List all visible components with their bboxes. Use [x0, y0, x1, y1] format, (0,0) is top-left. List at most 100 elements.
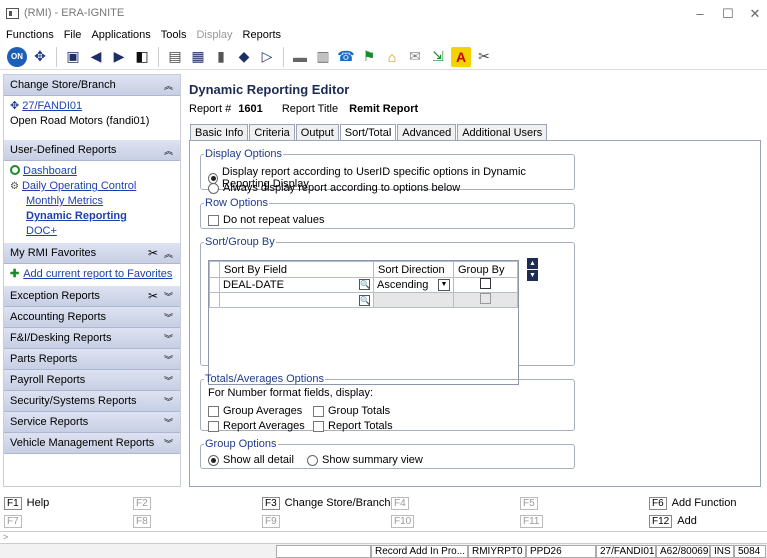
- tab-advanced[interactable]: Advanced: [397, 124, 457, 140]
- f1-help-button[interactable]: F1 Help: [4, 495, 49, 511]
- menu-reports[interactable]: Reports: [243, 29, 282, 41]
- note-icon[interactable]: ▬: [290, 47, 310, 67]
- no-repeat-option[interactable]: Do not repeat values: [208, 214, 325, 226]
- lookup-icon[interactable]: 🔍: [359, 294, 370, 306]
- sort-field-cell[interactable]: 🔍: [219, 292, 374, 308]
- close-button[interactable]: ✕: [745, 6, 765, 22]
- maximize-button[interactable]: ☐: [718, 6, 738, 22]
- play-icon[interactable]: ▷: [257, 47, 277, 67]
- tools-icon[interactable]: ✂: [148, 246, 158, 260]
- store-link[interactable]: 27/FANDI01: [22, 100, 82, 112]
- sidebar-section-vehicle[interactable]: Vehicle Management Reports ︾: [4, 433, 180, 454]
- group-averages-option[interactable]: Group Averages: [208, 405, 302, 417]
- user-defined-header[interactable]: User-Defined Reports ︽: [4, 140, 180, 161]
- back-arrow-icon[interactable]: ◀: [86, 47, 106, 67]
- collapse-icon[interactable]: ︽: [164, 247, 173, 260]
- sidebar-item-doc-plus[interactable]: DOC+: [26, 225, 57, 237]
- lookup-icon[interactable]: 🔍: [359, 279, 370, 290]
- group-totals-checkbox[interactable]: [313, 405, 324, 417]
- add-favorite-link[interactable]: Add current report to Favorites: [23, 268, 172, 280]
- sort-direction-cell[interactable]: Ascending ▼: [373, 277, 454, 293]
- grid-corner: [209, 261, 220, 278]
- no-repeat-checkbox[interactable]: [208, 214, 219, 226]
- eraser-icon[interactable]: ◆: [234, 47, 254, 67]
- minimize-button[interactable]: –: [690, 6, 710, 21]
- report-averages-checkbox[interactable]: [208, 420, 219, 432]
- document-icon[interactable]: ▮: [211, 47, 231, 67]
- show-summary-option[interactable]: Show summary view: [307, 454, 423, 466]
- f12-add-button[interactable]: F12 Add: [649, 513, 697, 529]
- expand-icon[interactable]: ︾: [164, 374, 173, 387]
- sidebar-item-monthly-metrics[interactable]: Monthly Metrics: [26, 195, 103, 207]
- exit-icon[interactable]: ⇲: [428, 47, 448, 67]
- sidebar-item-daily-operating-control[interactable]: Daily Operating Control: [22, 180, 136, 192]
- sidebar-section-service[interactable]: Service Reports ︾: [4, 412, 180, 433]
- favorites-header[interactable]: My RMI Favorites ✂ ︽: [4, 243, 180, 264]
- calendar-icon[interactable]: ▦: [188, 47, 208, 67]
- calculator-icon[interactable]: ▤: [165, 47, 185, 67]
- f4-button: F4: [391, 495, 414, 511]
- expand-icon[interactable]: ︾: [164, 437, 173, 450]
- menu-tools[interactable]: Tools: [161, 29, 187, 41]
- group-by-checkbox[interactable]: [480, 278, 491, 289]
- mail-icon[interactable]: ✉: [405, 47, 425, 67]
- flag-icon[interactable]: ⚑: [359, 47, 379, 67]
- row-selector[interactable]: [209, 277, 220, 293]
- move-down-icon[interactable]: ▼: [527, 270, 538, 281]
- expand-icon[interactable]: ︾: [164, 332, 173, 345]
- expand-icon[interactable]: ︾: [164, 311, 173, 324]
- navigate-icon[interactable]: ✥: [30, 47, 50, 67]
- expand-icon[interactable]: ︾: [164, 416, 173, 429]
- radio-unselected[interactable]: [307, 454, 318, 466]
- tab-criteria[interactable]: Criteria: [249, 124, 295, 140]
- display-option-always[interactable]: Always display report according to optio…: [208, 182, 460, 194]
- menu-applications[interactable]: Applications: [91, 29, 150, 41]
- show-all-detail-option[interactable]: Show all detail: [208, 454, 294, 466]
- tab-basic-info[interactable]: Basic Info: [190, 124, 249, 140]
- tab-additional-users[interactable]: Additional Users: [457, 124, 548, 140]
- row-selector[interactable]: [209, 292, 220, 308]
- move-up-icon[interactable]: ▲: [527, 258, 538, 269]
- tools-icon[interactable]: ✂: [474, 47, 494, 67]
- menu-file[interactable]: File: [64, 29, 82, 41]
- report-averages-option[interactable]: Report Averages: [208, 420, 305, 432]
- menu-functions[interactable]: Functions: [6, 29, 54, 41]
- house-icon[interactable]: ⌂: [382, 47, 402, 67]
- report-totals-option[interactable]: Report Totals: [313, 420, 393, 432]
- phone-icon[interactable]: ☎: [336, 47, 356, 67]
- group-totals-option[interactable]: Group Totals: [313, 405, 390, 417]
- font-icon[interactable]: A: [451, 46, 471, 67]
- sidebar-item-dynamic-reporting[interactable]: Dynamic Reporting: [26, 210, 127, 222]
- sidebar-section-security[interactable]: Security/Systems Reports ︾: [4, 391, 180, 412]
- tab-sort-total[interactable]: Sort/Total: [339, 124, 397, 141]
- save-icon[interactable]: ▣: [63, 47, 83, 67]
- group-by-cell[interactable]: [453, 277, 518, 293]
- sidebar-section-payroll[interactable]: Payroll Reports ︾: [4, 370, 180, 391]
- chart-icon[interactable]: ▥: [313, 47, 333, 67]
- group-averages-checkbox[interactable]: [208, 405, 219, 417]
- command-line[interactable]: >: [0, 531, 767, 543]
- tab-output[interactable]: Output: [295, 124, 339, 140]
- report-totals-checkbox[interactable]: [313, 420, 324, 432]
- collapse-icon[interactable]: ︽: [164, 79, 173, 92]
- sidebar-section-fi-desking[interactable]: F&I/Desking Reports ︾: [4, 328, 180, 349]
- expand-icon[interactable]: ︾: [164, 353, 173, 366]
- tools-icon[interactable]: ✂: [148, 289, 158, 303]
- panel-toggle-icon[interactable]: ◧: [132, 47, 152, 67]
- expand-icon[interactable]: ︾: [164, 290, 173, 303]
- sidebar-section-exception[interactable]: Exception Reports ✂ ︾: [4, 286, 180, 307]
- radio-selected[interactable]: [208, 454, 219, 466]
- change-store-header[interactable]: Change Store/Branch ︽: [4, 75, 180, 96]
- sidebar-section-parts[interactable]: Parts Reports ︾: [4, 349, 180, 370]
- dropdown-arrow-icon[interactable]: ▼: [438, 279, 450, 291]
- sidebar-item-dashboard[interactable]: Dashboard: [23, 165, 77, 177]
- f6-add-function-button[interactable]: F6 Add Function: [649, 495, 737, 511]
- forward-arrow-icon[interactable]: ▶: [109, 47, 129, 67]
- radio-unselected[interactable]: [208, 182, 219, 194]
- sort-field-cell[interactable]: DEAL-DATE 🔍: [219, 277, 374, 293]
- sidebar-section-accounting[interactable]: Accounting Reports ︾: [4, 307, 180, 328]
- expand-icon[interactable]: ︾: [164, 395, 173, 408]
- collapse-icon[interactable]: ︽: [164, 144, 173, 157]
- f3-change-store-button[interactable]: F3 Change Store/Branch: [262, 495, 390, 511]
- power-icon[interactable]: ON: [7, 46, 27, 67]
